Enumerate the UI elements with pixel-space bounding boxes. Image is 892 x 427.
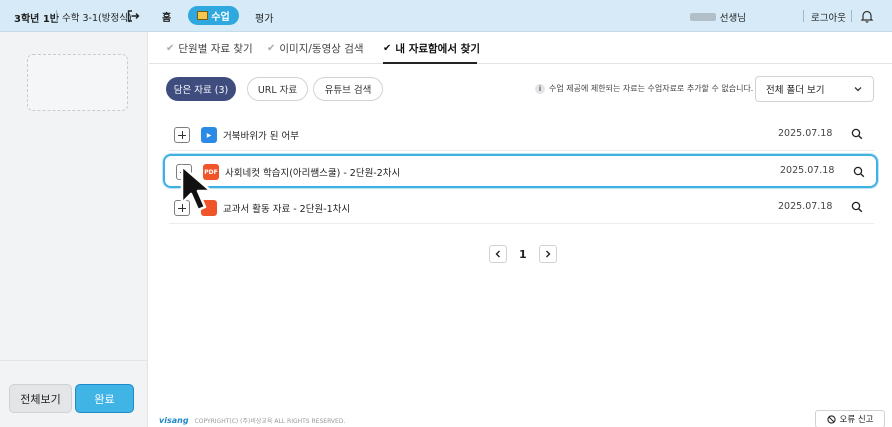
main-panel: ✔ 단원별 자료 찾기 ✔ 이미지/동영상 검색 ✔ 내 자료함에서 찾기 담은… xyxy=(149,32,892,427)
chevron-right-icon xyxy=(545,250,551,258)
item-title[interactable]: 사회네컷 학습지(아리쌤스쿨) - 2단원-2차시 xyxy=(225,165,400,179)
search-icon[interactable] xyxy=(851,201,863,213)
nav-class-label: 수업 xyxy=(211,12,230,23)
teacher-suffix: 선생님 xyxy=(719,13,746,24)
footer: visang COPYRIGHT(C) (주)비상교육 ALL RIGHTS R… xyxy=(159,416,345,425)
check-icon: ✔ xyxy=(166,43,175,54)
check-icon: ✔ xyxy=(267,43,276,54)
filter-row: 담은 자료 (3) URL 자료 유튜브 검색 i 수업 제공에 제한되는 자료… xyxy=(149,76,892,103)
video-icon: ▶ xyxy=(201,127,217,143)
current-page[interactable]: 1 xyxy=(519,248,527,261)
nav-class-active[interactable]: 수업 xyxy=(188,6,239,25)
divider xyxy=(851,10,852,22)
url-materials-pill[interactable]: URL 자료 xyxy=(247,77,308,101)
chevron-left-icon xyxy=(495,250,500,258)
tab-bar: ✔ 단원별 자료 찾기 ✔ 이미지/동영상 검색 ✔ 내 자료함에서 찾기 xyxy=(149,32,892,64)
top-bar: 3학년 1반 수학 3-1(방정식) 홈 수업 평가 선생님 로그아웃 xyxy=(0,0,892,32)
item-date: 2025.07.18 xyxy=(778,201,833,212)
saved-materials-pill[interactable]: 담은 자료 (3) xyxy=(166,77,236,101)
row-divider xyxy=(169,150,874,151)
brand-logo: visang xyxy=(159,416,189,425)
tab-label: 이미지/동영상 검색 xyxy=(279,43,364,55)
youtube-search-pill[interactable]: 유튜브 검색 xyxy=(313,77,383,101)
report-label: 오류 신고 xyxy=(839,415,874,425)
material-dropzone[interactable] xyxy=(27,54,128,111)
report-error-button[interactable]: 오류 신고 xyxy=(815,410,885,427)
left-panel: 전체보기 완료 xyxy=(0,32,148,427)
done-button[interactable]: 완료 xyxy=(75,384,134,413)
chevron-down-icon xyxy=(854,87,862,92)
class-label: 3학년 1반 xyxy=(14,14,59,25)
item-title[interactable]: 교과서 활동 자료 - 2단원-1차시 xyxy=(223,201,350,215)
teacher-name: 선생님 xyxy=(689,10,746,24)
add-icon[interactable] xyxy=(174,127,190,143)
list-item[interactable]: 교과서 활동 자료 - 2단원-1차시 2025.07.18 xyxy=(163,192,878,222)
folder-select[interactable]: 전체 폴더 보기 xyxy=(755,76,874,102)
view-all-button[interactable]: 전체보기 xyxy=(9,384,72,413)
class-icon xyxy=(197,11,209,20)
divider xyxy=(803,10,804,22)
row-divider xyxy=(169,223,874,224)
copyright-text: COPYRIGHT(C) (주)비상교육 ALL RIGHTS RESERVED… xyxy=(194,418,346,425)
info-icon: i xyxy=(535,83,545,94)
check-icon: ✔ xyxy=(383,43,392,54)
teacher-name-blurred xyxy=(689,13,716,21)
tab-label: 내 자료함에서 찾기 xyxy=(395,43,480,55)
prohibit-icon xyxy=(826,414,836,424)
nav-home[interactable]: 홈 xyxy=(162,9,171,24)
exit-icon[interactable] xyxy=(126,9,140,23)
list-item-selected[interactable]: PDF 사회네컷 학습지(아리쌤스쿨) - 2단원-2차시 2025.07.18 xyxy=(163,154,878,188)
active-tab-indicator xyxy=(383,62,477,64)
prev-page-button[interactable] xyxy=(489,245,507,263)
tab-image-video-search[interactable]: ✔ 이미지/동영상 검색 xyxy=(267,41,364,56)
next-page-button[interactable] xyxy=(538,245,557,263)
tab-my-library[interactable]: ✔ 내 자료함에서 찾기 xyxy=(383,41,480,56)
list-item[interactable]: ▶ 거북바위가 된 어부 2025.07.18 xyxy=(163,119,878,149)
tab-label: 단원별 자료 찾기 xyxy=(178,43,253,55)
item-title[interactable]: 거북바위가 된 어부 xyxy=(223,128,299,142)
logout-link[interactable]: 로그아웃 xyxy=(811,10,846,24)
folder-select-value: 전체 폴더 보기 xyxy=(766,85,825,96)
item-date: 2025.07.18 xyxy=(780,165,835,176)
notice-text: 수업 제공에 제한되는 자료는 수업자료로 추가할 수 없습니다. xyxy=(549,84,754,93)
mouse-pointer-icon xyxy=(180,164,213,212)
restriction-notice: i 수업 제공에 제한되는 자료는 수업자료로 추가할 수 없습니다. xyxy=(535,83,753,94)
divider xyxy=(56,10,57,22)
bell-icon[interactable] xyxy=(860,9,874,23)
pagination: 1 xyxy=(489,245,557,263)
search-icon[interactable] xyxy=(851,128,863,140)
tab-unit-materials[interactable]: ✔ 단원별 자료 찾기 xyxy=(166,41,253,56)
search-icon[interactable] xyxy=(853,166,865,178)
course-label: 수학 3-1(방정식) xyxy=(62,13,132,24)
nav-evaluation[interactable]: 평가 xyxy=(255,10,273,25)
divider xyxy=(0,360,148,361)
item-date: 2025.07.18 xyxy=(778,128,833,139)
